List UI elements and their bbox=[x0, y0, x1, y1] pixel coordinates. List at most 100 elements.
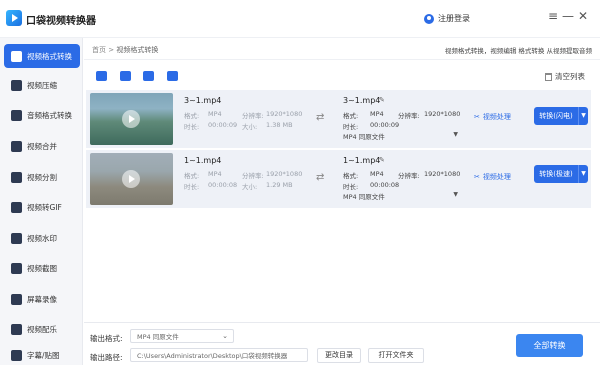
clear-list-button[interactable]: 清空列表 bbox=[545, 71, 585, 82]
app-logo-icon bbox=[6, 10, 22, 26]
clear-list-label: 清空列表 bbox=[555, 72, 585, 81]
play-icon[interactable] bbox=[122, 110, 140, 128]
gif-icon bbox=[11, 201, 22, 213]
chevron-down-icon[interactable]: ▼ bbox=[578, 107, 588, 125]
breadcrumb-bar: 首页 > 视频格式转换 视频格式转换，视频编辑 格式转换 从视频提取音频 bbox=[84, 38, 600, 60]
breadcrumb-home[interactable]: 首页 bbox=[92, 46, 106, 54]
file-row[interactable]: 3~1.mp4 格式: MP4 分辨率: 1920*1080 时长: 00:00… bbox=[86, 90, 591, 148]
sidebar-item-subtitle[interactable]: 字幕/贴图 bbox=[4, 343, 80, 365]
merge-icon bbox=[11, 140, 22, 152]
video-thumbnail[interactable] bbox=[90, 153, 173, 205]
sidebar-item-merge[interactable]: 视频合并 bbox=[4, 134, 80, 158]
edit-name-icon[interactable]: ✎ bbox=[379, 96, 385, 104]
chevron-down-icon: ▼ bbox=[453, 191, 458, 198]
source-size-value: 1.29 MB bbox=[266, 181, 293, 189]
watermark-icon bbox=[11, 232, 22, 244]
output-format-select[interactable]: MP4 同原文件 ▼ bbox=[343, 191, 458, 201]
login-label: 注册登录 bbox=[438, 14, 470, 23]
source-resolution-label: 分辨率: bbox=[242, 172, 264, 180]
menu-icon[interactable]: ≡ bbox=[546, 9, 560, 23]
chevron-down-icon: ⌄ bbox=[222, 332, 228, 340]
add-file-icon[interactable] bbox=[96, 71, 107, 81]
scissors-icon: ✂ bbox=[474, 113, 480, 121]
chevron-down-icon: ▼ bbox=[453, 131, 458, 138]
output-format-select-value: MP4 同原文件 bbox=[343, 193, 385, 201]
file-row[interactable]: 1~1.mp4 格式: MP4 分辨率: 1920*1080 时长: 00:00… bbox=[86, 150, 591, 208]
source-format-label: 格式: bbox=[184, 172, 200, 180]
video-thumbnail[interactable] bbox=[90, 93, 173, 145]
close-icon[interactable]: ✕ bbox=[576, 9, 590, 23]
output-path-value: C:\Users\Administrator\Desktop\口袋视频转换器 bbox=[137, 352, 288, 360]
sidebar-item-label: 音频格式转换 bbox=[27, 110, 72, 120]
sidebar: 视频格式转换 视频压缩 音频格式转换 视频合并 视频分割 视频转GIF 视频水印… bbox=[0, 38, 83, 365]
add-folder-icon[interactable] bbox=[120, 71, 131, 81]
breadcrumb-separator: > bbox=[108, 46, 115, 54]
video-process-label: 视频处理 bbox=[482, 173, 511, 181]
sidebar-item-label: 视频压缩 bbox=[27, 80, 57, 90]
source-file-name: 1~1.mp4 bbox=[184, 156, 222, 165]
convert-arrow-icon: ⇄ bbox=[316, 112, 325, 123]
output-path-field[interactable]: C:\Users\Administrator\Desktop\口袋视频转换器 bbox=[130, 348, 308, 362]
convert-arrow-icon: ⇄ bbox=[316, 172, 325, 183]
video-process-label: 视频处理 bbox=[482, 113, 511, 121]
sidebar-item-compress[interactable]: 视频压缩 bbox=[4, 73, 80, 97]
breadcrumb: 首页 > 视频格式转换 bbox=[92, 45, 158, 55]
edit-name-icon[interactable]: ✎ bbox=[379, 156, 385, 164]
sidebar-item-audio-convert[interactable]: 音频格式转换 bbox=[4, 103, 80, 127]
feature-tips: 视频格式转换，视频编辑 格式转换 从视频提取音频 bbox=[444, 47, 592, 55]
source-size-label: 大小: bbox=[242, 123, 258, 131]
scissors-icon: ✂ bbox=[474, 173, 480, 181]
source-resolution-label: 分辨率: bbox=[242, 112, 264, 120]
output-format-select[interactable]: MP4 同原文件 ▼ bbox=[343, 131, 458, 141]
convert-all-button[interactable]: 全部转换 bbox=[516, 334, 583, 357]
output-duration-label: 时长: bbox=[343, 183, 359, 191]
output-format-select[interactable]: MP4 同原文件 ⌄ bbox=[130, 329, 234, 343]
sidebar-item-label: 视频配乐 bbox=[27, 324, 57, 334]
sidebar-item-label: 视频合并 bbox=[27, 141, 57, 151]
sidebar-item-label: 视频转GIF bbox=[27, 202, 62, 212]
source-duration-label: 时长: bbox=[184, 183, 200, 191]
sidebar-item-label: 视频分割 bbox=[27, 172, 57, 182]
source-format-label: 格式: bbox=[184, 112, 200, 120]
output-duration-value: 00:00:08 bbox=[370, 181, 400, 189]
source-duration-value: 00:00:08 bbox=[208, 181, 238, 189]
output-duration-label: 时长: bbox=[343, 123, 359, 131]
trash-icon bbox=[545, 72, 552, 81]
sidebar-item-music[interactable]: 视频配乐 bbox=[4, 317, 80, 341]
convert-label: 转换(极速) bbox=[539, 170, 573, 178]
source-resolution-value: 1920*1080 bbox=[266, 170, 303, 178]
output-format-value: MP4 bbox=[370, 170, 384, 178]
screenshot-icon bbox=[11, 262, 22, 274]
change-directory-button[interactable]: 更改目录 bbox=[317, 348, 361, 363]
settings-icon[interactable] bbox=[167, 71, 178, 81]
subtitle-icon bbox=[11, 349, 22, 361]
source-duration-value: 00:00:09 bbox=[208, 121, 238, 129]
sidebar-item-label: 视频水印 bbox=[27, 233, 57, 243]
batch-icon[interactable] bbox=[143, 71, 154, 81]
play-icon[interactable] bbox=[122, 170, 140, 188]
convert-button[interactable]: 转换(极速) ▼ bbox=[534, 165, 588, 183]
sidebar-item-gif[interactable]: 视频转GIF bbox=[4, 195, 80, 219]
sidebar-item-format-convert[interactable]: 视频格式转换 bbox=[4, 44, 80, 68]
chevron-down-icon[interactable]: ▼ bbox=[578, 165, 588, 183]
video-process-button[interactable]: ✂ 视频处理 bbox=[474, 112, 511, 122]
source-format-value: MP4 bbox=[208, 170, 222, 178]
breadcrumb-current: 视频格式转换 bbox=[116, 46, 159, 54]
open-folder-button[interactable]: 打开文件夹 bbox=[368, 348, 424, 363]
sidebar-item-screen-record[interactable]: 屏幕录像 bbox=[4, 287, 80, 311]
convert-button[interactable]: 转换(闪电) ▼ bbox=[534, 107, 588, 125]
output-file-name: 1~1.mp4 bbox=[343, 156, 381, 165]
source-file-name: 3~1.mp4 bbox=[184, 96, 222, 105]
minimize-icon[interactable]: — bbox=[561, 9, 575, 23]
sidebar-item-screenshot[interactable]: 视频截图 bbox=[4, 256, 80, 280]
sidebar-item-split[interactable]: 视频分割 bbox=[4, 165, 80, 189]
video-process-button[interactable]: ✂ 视频处理 bbox=[474, 172, 511, 182]
output-resolution-value: 1920*1080 bbox=[424, 110, 461, 118]
sidebar-item-watermark[interactable]: 视频水印 bbox=[4, 226, 80, 250]
screen-record-icon bbox=[11, 293, 22, 305]
sidebar-item-label: 屏幕录像 bbox=[27, 294, 57, 304]
output-format-select-value: MP4 同原文件 bbox=[137, 333, 179, 341]
output-resolution-label: 分辨率: bbox=[398, 112, 420, 120]
login-button[interactable]: 注册登录 bbox=[424, 13, 470, 24]
output-format-value: MP4 bbox=[370, 110, 384, 118]
